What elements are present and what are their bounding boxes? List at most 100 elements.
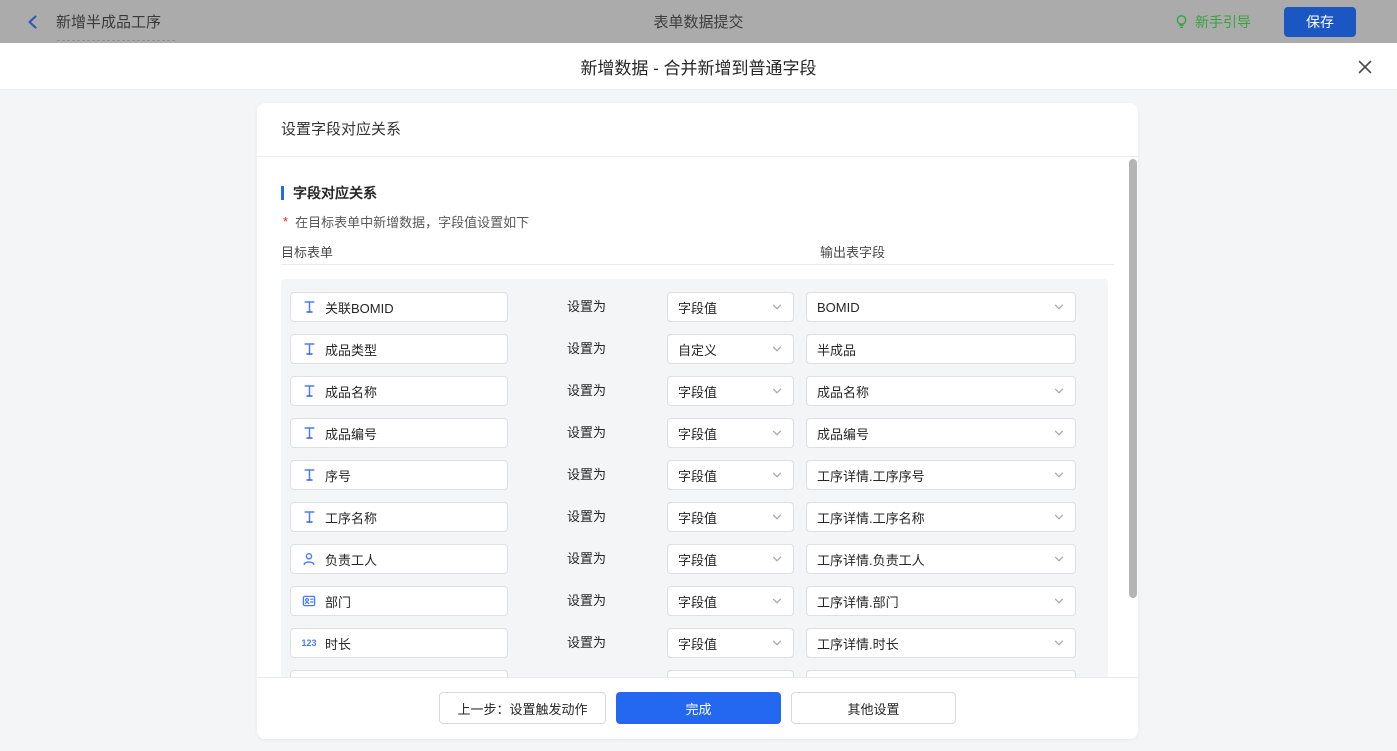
mapping-row: 123 时长 设置为 字段值 工序详情.时长 bbox=[281, 628, 1108, 670]
save-button[interactable]: 保存 bbox=[1284, 6, 1356, 37]
user-icon bbox=[301, 551, 317, 567]
target-field-box: 成品编号 bbox=[290, 418, 508, 448]
output-value-input[interactable] bbox=[806, 670, 1076, 677]
output-field-select[interactable]: 工序详情.工序名称 bbox=[806, 502, 1076, 532]
department-icon bbox=[301, 593, 317, 609]
output-field-text: BOMID bbox=[817, 299, 860, 315]
target-field-box: 工序名称 bbox=[290, 502, 508, 532]
chevron-down-icon bbox=[771, 511, 783, 523]
column-header-output-field: 输出表字段 bbox=[820, 244, 886, 260]
workflow-title[interactable]: 新增半成品工序 bbox=[56, 11, 161, 32]
value-mode-text: 字段值 bbox=[678, 636, 718, 652]
section-description: * 在目标表单中新增数据，字段值设置如下 bbox=[283, 212, 1138, 231]
scrollbar-thumb[interactable] bbox=[1129, 159, 1137, 598]
target-field-box: 序号 bbox=[290, 460, 508, 490]
value-mode-text: 自定义 bbox=[678, 342, 718, 358]
target-field-name: 负责工人 bbox=[325, 552, 378, 568]
value-mode-text: 字段值 bbox=[678, 384, 718, 400]
required-mark: * bbox=[283, 214, 289, 229]
output-field-text: 工序详情.负责工人 bbox=[817, 552, 925, 568]
target-field-name: 部门 bbox=[325, 594, 352, 610]
mapping-row: 序号 设置为 字段值 工序详情.工序序号 bbox=[281, 460, 1108, 502]
close-icon bbox=[1356, 58, 1374, 76]
set-as-label: 设置为 bbox=[567, 341, 607, 356]
prev-step-button[interactable]: 上一步：设置触发动作 bbox=[439, 692, 606, 724]
output-field-select[interactable]: 工序详情.时长 bbox=[806, 628, 1076, 658]
chevron-down-icon bbox=[1053, 637, 1065, 649]
mapping-row: 工序名称 设置为 字段值 工序详情.工序名称 bbox=[281, 502, 1108, 544]
output-value-input[interactable]: 半成品 bbox=[806, 334, 1076, 364]
value-mode-select[interactable]: 字段值 bbox=[667, 544, 794, 574]
target-field-box: 成品类型 bbox=[290, 334, 508, 364]
column-header-divider bbox=[281, 264, 1114, 265]
chevron-left-icon bbox=[25, 14, 41, 30]
chevron-down-icon bbox=[1053, 427, 1065, 439]
mapping-row: 成品编号 设置为 字段值 成品编号 bbox=[281, 418, 1108, 460]
mapping-row: 成品类型 设置为 自定义 半成品 bbox=[281, 334, 1108, 376]
top-toolbar: 新增半成品工序 表单数据提交 新手引导 保存 bbox=[0, 0, 1397, 43]
chevron-down-icon bbox=[771, 385, 783, 397]
value-mode-select[interactable]: 字段值 bbox=[667, 418, 794, 448]
value-mode-text: 字段值 bbox=[678, 426, 718, 442]
value-mode-select[interactable]: 字段值 bbox=[667, 376, 794, 406]
section-title-text: 字段对应关系 bbox=[293, 185, 377, 201]
output-field-select[interactable]: BOMID bbox=[806, 292, 1076, 322]
chevron-down-icon bbox=[1053, 511, 1065, 523]
output-field-select[interactable]: 工序详情.工序序号 bbox=[806, 460, 1076, 490]
value-mode-select[interactable]: 自定义 bbox=[667, 334, 794, 364]
back-button[interactable] bbox=[24, 13, 42, 31]
output-field-text: 工序详情.时长 bbox=[817, 636, 899, 652]
other-settings-button[interactable]: 其他设置 bbox=[791, 692, 956, 724]
output-field-text: 工序详情.工序序号 bbox=[817, 468, 925, 484]
chevron-down-icon bbox=[771, 595, 783, 607]
output-field-select[interactable]: 成品编号 bbox=[806, 418, 1076, 448]
target-field-box: 成品名称 bbox=[290, 376, 508, 406]
target-field-box: 部门 bbox=[290, 586, 508, 616]
target-field-name: 时长 bbox=[325, 636, 352, 652]
modal-body: 设置字段对应关系 字段对应关系 * 在目标表单中新增数据，字段值设置如下 目标表… bbox=[0, 90, 1397, 751]
set-as-label: 设置为 bbox=[567, 425, 607, 440]
number-icon: 123 bbox=[301, 638, 317, 648]
value-mode-select[interactable]: 字段值 bbox=[667, 628, 794, 658]
beginner-guide-link[interactable]: 新手引导 bbox=[1174, 12, 1251, 32]
value-mode-select[interactable]: 字段值 bbox=[667, 586, 794, 616]
close-button[interactable] bbox=[1354, 56, 1376, 78]
text-field-icon bbox=[301, 341, 317, 357]
chevron-down-icon bbox=[771, 427, 783, 439]
card-scroll-area: 字段对应关系 * 在目标表单中新增数据，字段值设置如下 目标表单 输出表字段 关… bbox=[257, 157, 1138, 677]
value-mode-select[interactable]: 字段值 bbox=[667, 460, 794, 490]
set-as-label: 设置为 bbox=[567, 467, 607, 482]
mapping-panel: 关联BOMID 设置为 字段值 BOMID 成品类型 设置为 自定义 半成品 成… bbox=[281, 279, 1108, 677]
chevron-down-icon bbox=[1053, 385, 1065, 397]
output-field-select[interactable]: 成品名称 bbox=[806, 376, 1076, 406]
target-field-box: 关联BOMID bbox=[290, 292, 508, 322]
toolbar-right-group: 新手引导 保存 bbox=[1174, 0, 1397, 43]
set-as-label: 设置为 bbox=[567, 299, 607, 314]
chevron-down-icon bbox=[1053, 301, 1065, 313]
done-button[interactable]: 完成 bbox=[616, 692, 781, 724]
text-field-icon bbox=[301, 299, 317, 315]
title-edit-underline bbox=[57, 40, 175, 41]
chevron-down-icon bbox=[1053, 553, 1065, 565]
text-field-icon bbox=[301, 509, 317, 525]
value-mode-select[interactable]: 字段值 bbox=[667, 292, 794, 322]
set-as-label: 设置为 bbox=[567, 509, 607, 524]
chevron-down-icon bbox=[771, 343, 783, 355]
section-accent-bar bbox=[281, 186, 284, 200]
text-field-icon bbox=[301, 425, 317, 441]
target-field-name: 成品编号 bbox=[325, 426, 378, 442]
value-mode-text: 字段值 bbox=[678, 552, 718, 568]
target-field-name: 工序名称 bbox=[325, 510, 378, 526]
column-header-target-form: 目标表单 bbox=[281, 244, 334, 260]
output-field-select[interactable]: 工序详情.部门 bbox=[806, 586, 1076, 616]
value-mode-text: 字段值 bbox=[678, 510, 718, 526]
mapping-row: 负责工人 设置为 字段值 工序详情.负责工人 bbox=[281, 544, 1108, 586]
value-mode-text: 字段值 bbox=[678, 300, 718, 316]
field-mapping-card: 设置字段对应关系 字段对应关系 * 在目标表单中新增数据，字段值设置如下 目标表… bbox=[257, 103, 1138, 739]
value-mode-select[interactable] bbox=[667, 670, 794, 677]
value-mode-text: 字段值 bbox=[678, 468, 718, 484]
output-field-select[interactable]: 工序详情.负责工人 bbox=[806, 544, 1076, 574]
output-field-text: 半成品 bbox=[817, 342, 857, 358]
text-field-icon bbox=[301, 467, 317, 483]
value-mode-select[interactable]: 字段值 bbox=[667, 502, 794, 532]
